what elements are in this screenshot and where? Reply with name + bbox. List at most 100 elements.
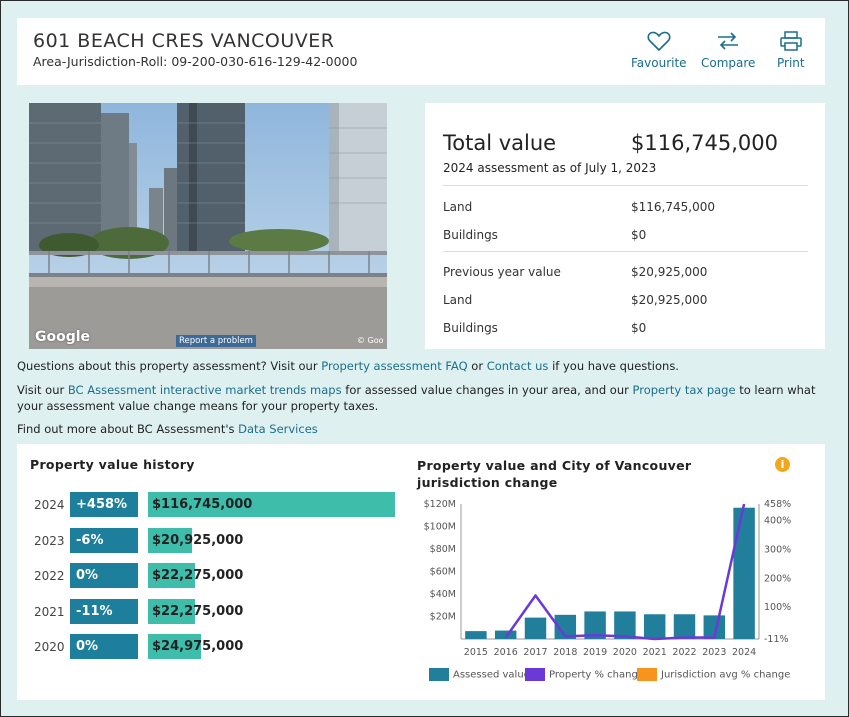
print-button[interactable]: Print bbox=[777, 30, 805, 70]
total-value: $116,745,000 bbox=[631, 131, 778, 155]
contact-us-link[interactable]: Contact us bbox=[487, 359, 549, 373]
street-view-scene bbox=[29, 103, 387, 349]
x-tick-label: 2022 bbox=[672, 647, 696, 658]
history-value-bar: $116,745,000 bbox=[148, 492, 395, 517]
history-value-bar: $24,975,000 bbox=[148, 634, 243, 659]
y-right-tick-label: 100% bbox=[764, 602, 791, 613]
total-value-label: Total value bbox=[443, 131, 557, 155]
x-tick-label: 2018 bbox=[553, 647, 577, 658]
combo-chart: $120M $100M $80M $60M $40M $20M 458% 400% 300% 20… bbox=[424, 499, 792, 658]
previous-land-value: $20,925,000 bbox=[631, 293, 708, 307]
y-left-tick-label: $100M bbox=[424, 522, 456, 533]
compare-label: Compare bbox=[701, 56, 756, 70]
legend-swatch bbox=[429, 668, 449, 681]
property-address: 601 BEACH CRES VANCOUVER bbox=[33, 30, 335, 52]
print-label: Print bbox=[777, 56, 805, 70]
property-header: 601 BEACH CRES VANCOUVER Area-Jurisdicti… bbox=[17, 18, 825, 85]
previous-buildings-label: Buildings bbox=[443, 321, 498, 335]
y-left-tick-label: $20M bbox=[430, 612, 456, 623]
history-year: 2021 bbox=[34, 604, 65, 619]
buildings-label: Buildings bbox=[443, 228, 498, 242]
history-percent-change: 0% bbox=[70, 634, 138, 659]
x-tick-label: 2021 bbox=[643, 647, 667, 658]
chart-title: Property value and City of Vancouver jur… bbox=[417, 458, 692, 490]
land-value: $116,745,000 bbox=[631, 200, 715, 214]
y-right-tick-label: 400% bbox=[764, 516, 791, 527]
previous-buildings-value: $0 bbox=[631, 321, 647, 335]
report-problem-link[interactable]: Report a problem bbox=[176, 335, 256, 347]
history-value-bar: $22,275,000 bbox=[148, 563, 243, 588]
faq-text: Questions about this property assessment… bbox=[17, 359, 322, 373]
property-tax-link[interactable]: Property tax page bbox=[633, 383, 736, 397]
previous-land-label: Land bbox=[443, 293, 473, 307]
x-tick-label: 2019 bbox=[583, 647, 607, 658]
y-left-tick-label: $60M bbox=[430, 567, 456, 578]
y-right-tick-label: 458% bbox=[764, 499, 791, 510]
heart-icon bbox=[647, 31, 671, 52]
assessed-value-bar bbox=[673, 614, 696, 639]
legend-jurisdiction-change: Jurisdiction avg % change bbox=[637, 668, 790, 681]
data-services-link[interactable]: Data Services bbox=[238, 422, 318, 436]
assessed-value-bar bbox=[614, 611, 636, 639]
trends-text: Visit our bbox=[17, 383, 68, 397]
history-year: 2020 bbox=[34, 640, 65, 654]
x-tick-label: 2016 bbox=[494, 647, 518, 658]
market-trends-paragraph: Visit our BC Assessment interactive mark… bbox=[17, 382, 817, 414]
map-copyright: © Goo bbox=[357, 336, 384, 345]
y-right-tick-label: -11% bbox=[764, 634, 789, 645]
assessed-value-bar bbox=[465, 631, 487, 639]
assessed-value-bar bbox=[643, 614, 666, 639]
assessed-value-bar bbox=[494, 630, 517, 639]
legend-label: Assessed value bbox=[453, 669, 530, 681]
assessment-date: 2024 assessment as of July 1, 2023 bbox=[443, 161, 657, 175]
history-title: Property value history bbox=[30, 457, 195, 472]
faq-link[interactable]: Property assessment FAQ bbox=[321, 359, 467, 373]
y-left-tick-label: $120M bbox=[424, 499, 456, 510]
assessed-value-bar bbox=[524, 617, 547, 639]
compare-button[interactable]: Compare bbox=[701, 30, 755, 70]
roll-number: Area-Jurisdiction-Roll: 09-200-030-616-1… bbox=[33, 54, 358, 69]
divider bbox=[443, 185, 808, 186]
buildings-value: $0 bbox=[631, 228, 647, 242]
previous-year-value: $20,925,000 bbox=[631, 265, 708, 279]
legend-label: Property % change bbox=[549, 669, 644, 681]
market-trends-link[interactable]: BC Assessment interactive market trends … bbox=[68, 383, 342, 397]
faq-paragraph: Questions about this property assessment… bbox=[17, 358, 817, 374]
history-year: 2023 bbox=[34, 533, 65, 548]
y-right-tick-label: 300% bbox=[764, 544, 791, 555]
trends-text: for assessed value changes in your area,… bbox=[341, 383, 633, 397]
data-services-text: Find out more about BC Assessment's bbox=[17, 422, 239, 436]
legend-swatch bbox=[525, 668, 545, 681]
printer-icon bbox=[780, 31, 802, 51]
x-tick-label: 2024 bbox=[732, 647, 756, 658]
faq-text: if you have questions. bbox=[548, 359, 679, 373]
legend-swatch bbox=[637, 668, 657, 681]
street-view-image[interactable]: Google Report a problem © Goo bbox=[29, 103, 387, 349]
google-logo: Google bbox=[35, 329, 91, 345]
compare-arrows-icon bbox=[718, 32, 739, 50]
data-services-paragraph: Find out more about BC Assessment's Data… bbox=[17, 421, 817, 437]
divider bbox=[443, 251, 808, 252]
favourite-label: Favourite bbox=[631, 56, 687, 70]
previous-year-label: Previous year value bbox=[443, 265, 561, 279]
legend-label: Jurisdiction avg % change bbox=[661, 669, 791, 681]
y-left-tick-label: $80M bbox=[430, 544, 456, 555]
value-charts-panel: Property value history 2024 +458% $116,745… bbox=[17, 444, 825, 700]
history-percent-change: 0% bbox=[70, 563, 138, 588]
x-tick-label: 2015 bbox=[464, 647, 488, 658]
history-percent-change: -6% bbox=[70, 527, 138, 553]
history-value-bar: $22,275,000 bbox=[148, 598, 243, 624]
history-value-bar: $20,925,000 bbox=[148, 527, 243, 553]
x-tick-label: 2020 bbox=[613, 647, 637, 658]
x-tick-label: 2023 bbox=[702, 647, 726, 658]
y-left-tick-label: $40M bbox=[430, 589, 456, 600]
history-percent-change: -11% bbox=[70, 598, 138, 624]
x-tick-label: 2017 bbox=[523, 647, 547, 658]
favourite-button[interactable]: Favourite bbox=[631, 30, 687, 70]
y-right-tick-label: 200% bbox=[764, 573, 791, 584]
assessed-value-bar bbox=[733, 507, 755, 639]
legend-assessed-value: Assessed value bbox=[429, 668, 530, 681]
faq-text: or bbox=[467, 359, 487, 373]
history-percent-change: +458% bbox=[70, 492, 138, 517]
info-icon[interactable]: i bbox=[775, 457, 790, 472]
